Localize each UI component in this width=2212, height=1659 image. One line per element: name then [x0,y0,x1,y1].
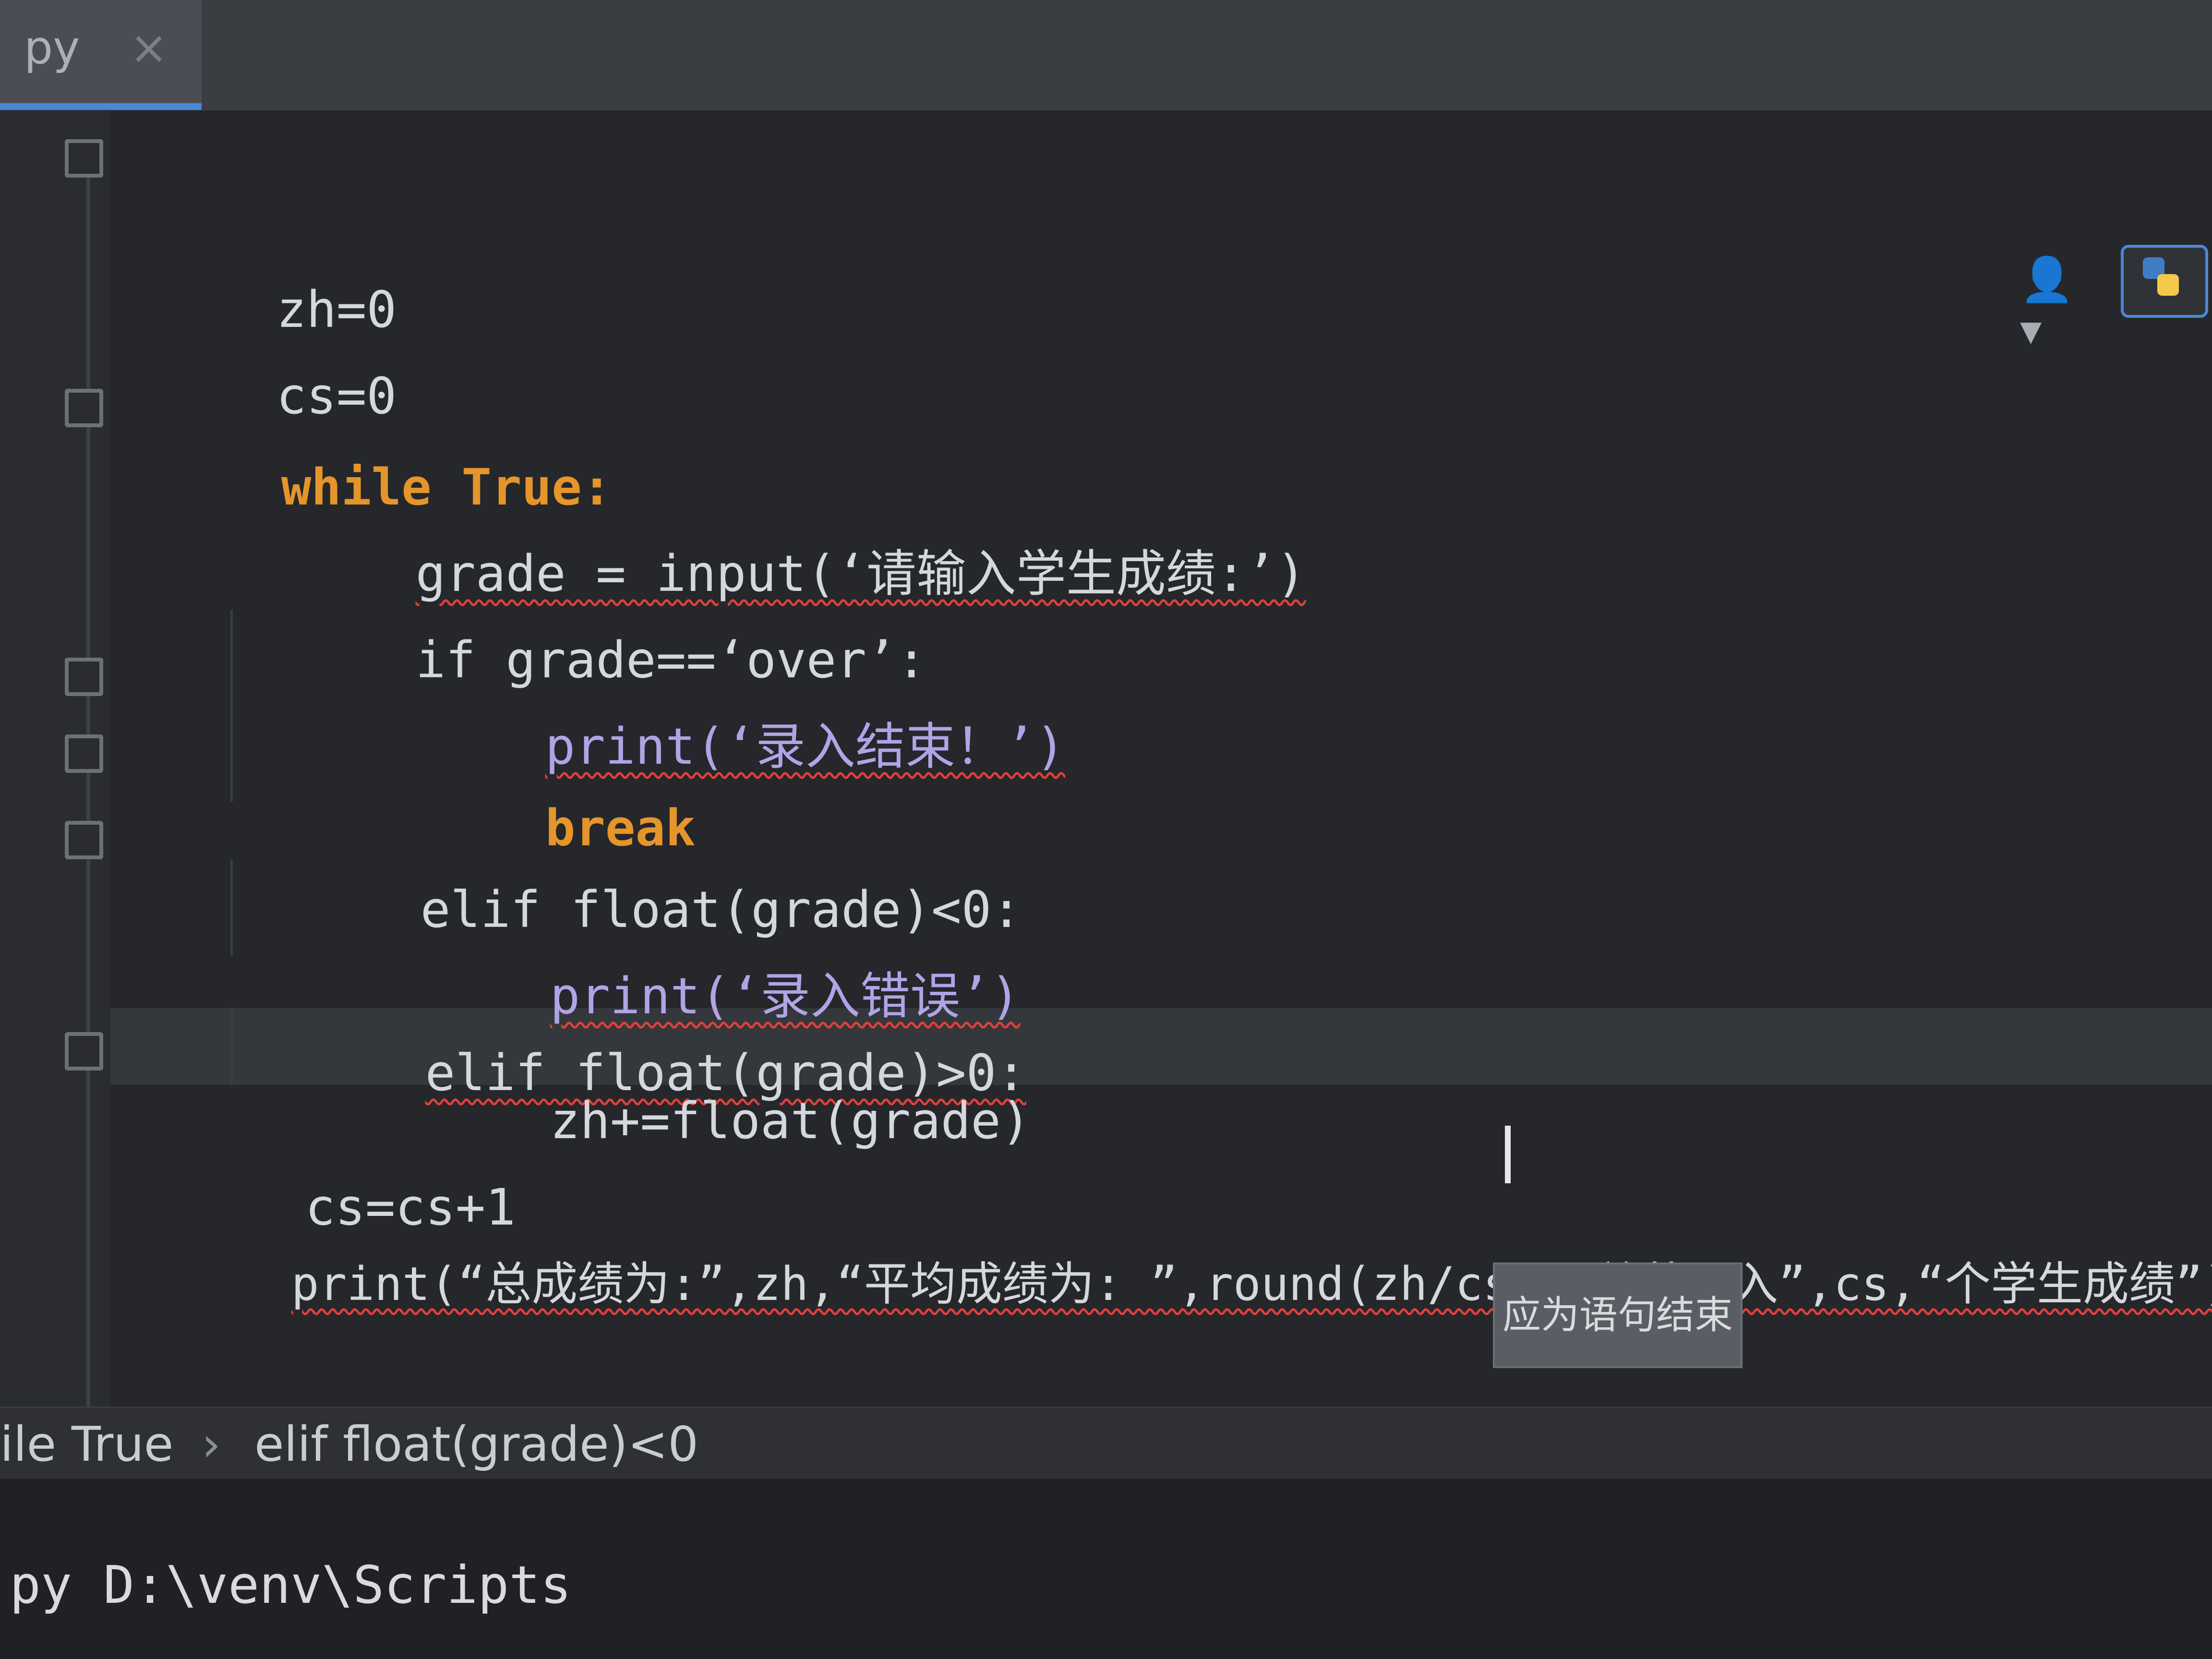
editor-toolbar-right: 👤▾ [2010,240,2212,355]
indent-guide [230,859,233,955]
code-line: print(“总成绩为:”,zh,“平均成绩为: ”,round(zh/cs),… [125,1176,2212,1392]
breadcrumb-separator-icon: › [202,1416,221,1472]
fold-guide-line [86,139,90,1407]
terminal-line: py D:\venv\Scripts [10,1555,572,1615]
python-interpreter-icon[interactable] [2121,245,2208,318]
tab-label: py [24,22,80,74]
python-logo-icon [2143,257,2179,296]
user-dropdown-icon[interactable]: 👤▾ [2020,254,2082,355]
breadcrumb-item[interactable]: ile True [0,1413,173,1476]
tab-close-icon[interactable]: × [130,0,168,96]
indent-guide [230,1008,233,1085]
code-editor[interactable]: 👤▾ zh=0 cs=0 while True: grade = input(‘… [0,110,2212,1407]
text-caret [1505,1126,1511,1183]
ide-window: py × 👤▾ zh=0 cs=0 while True: grade = in… [0,0,2212,1659]
editor-tab-bar: py × [0,0,2212,112]
fold-marker-icon[interactable] [65,658,103,696]
fold-marker-icon[interactable] [65,821,103,859]
editor-tab-active[interactable]: py × [0,0,202,110]
code-print-summary: print(“总成绩为:”,zh,“平均成绩为: ”,round(zh/cs),… [291,1257,2212,1311]
terminal-panel[interactable]: py D:\venv\Scripts [0,1479,2212,1659]
breadcrumb-item[interactable]: elif float(grade)<0 [254,1413,698,1476]
indent-guide [230,610,233,802]
fold-marker-icon[interactable] [65,734,103,773]
breadcrumb: ile True › elif float(grade)<0 [0,1407,2212,1480]
editor-gutter [0,110,110,1407]
fold-marker-icon[interactable] [65,1032,103,1070]
error-tooltip: 应为语句结束 [1493,1262,1743,1368]
code-zh-accumulate: zh+=float(grade) [550,1092,1031,1150]
fold-marker-icon[interactable] [65,139,103,178]
